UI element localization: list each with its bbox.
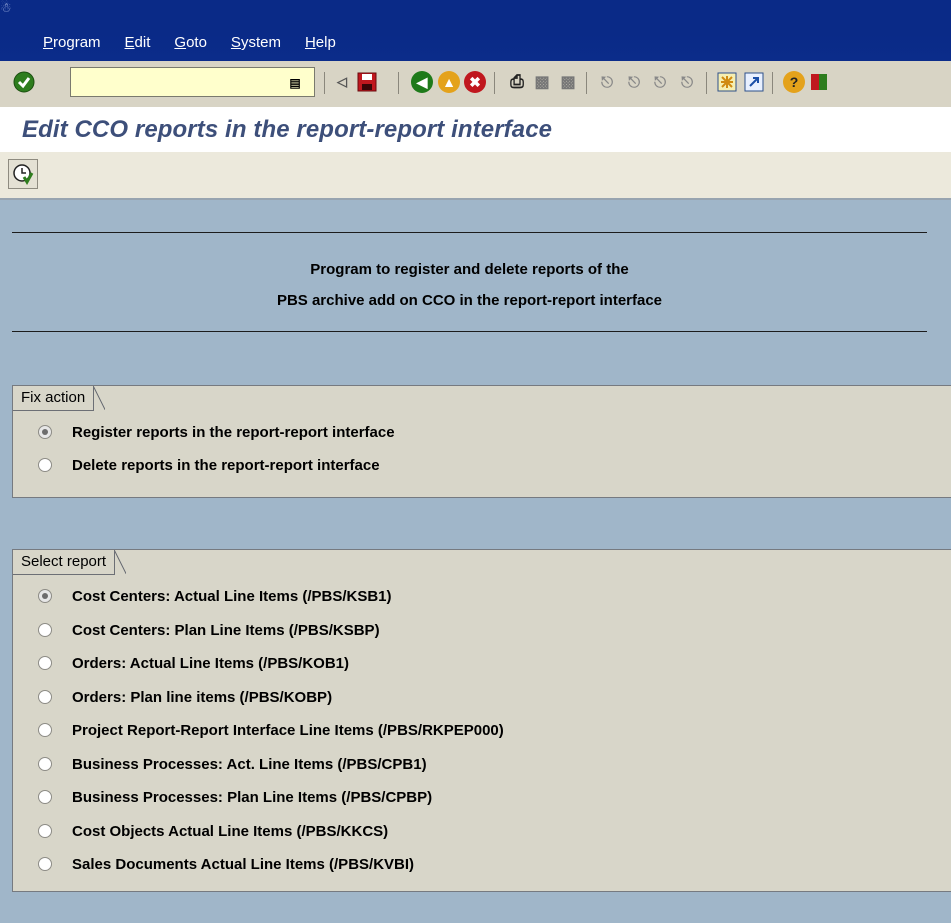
last-page-icon[interactable]: ⎋	[675, 70, 699, 94]
fix-action-group-title: Fix action	[13, 386, 106, 411]
cancel-icon[interactable]: ✖	[463, 70, 487, 94]
title-bar: Edit CCO reports in the report-report in…	[0, 107, 951, 152]
radio-report-kkcs[interactable]: Cost Objects Actual Line Items (/PBS/KKC…	[38, 819, 388, 843]
radio-report-kvbi[interactable]: Sales Documents Actual Line Items (/PBS/…	[38, 852, 414, 876]
next-page-icon[interactable]: ⎋	[648, 70, 672, 94]
radio-button[interactable]	[38, 723, 52, 737]
radio-label: Cost Objects Actual Line Items (/PBS/KKC…	[72, 822, 389, 840]
collapse-arrow-icon[interactable]: ◁	[330, 70, 354, 94]
radio-button[interactable]	[38, 623, 52, 637]
radio-label: Project Report-Report Interface Line Ite…	[72, 721, 504, 739]
exit-icon[interactable]: ▲	[437, 70, 461, 94]
select-report-group: Select report Cost Centers: Actual Line …	[12, 549, 951, 892]
menu-edit[interactable]: Edit	[125, 33, 151, 55]
layout-icon[interactable]	[807, 70, 831, 94]
radio-label: Business Processes: Plan Line Items (/PB…	[72, 788, 433, 806]
menu-program[interactable]: Program	[43, 33, 101, 55]
command-field[interactable]	[70, 67, 315, 97]
radio-button-selected[interactable]	[38, 425, 52, 439]
execute-button[interactable]	[8, 159, 38, 189]
radio-report-kobp[interactable]: Orders: Plan line items (/PBS/KOBP)	[38, 685, 332, 709]
shortcut-icon[interactable]	[742, 70, 766, 94]
find-icon[interactable]: ▩	[530, 70, 554, 94]
radio-label: Orders: Actual Line Items (/PBS/KOB1)	[72, 654, 350, 672]
first-page-icon[interactable]: ⎋	[595, 70, 619, 94]
radio-label: Delete reports in the report-report inte…	[72, 456, 380, 474]
radio-button-selected[interactable]	[38, 589, 52, 603]
menu-list: Program Edit Goto System Help	[43, 33, 360, 55]
radio-button[interactable]	[38, 857, 52, 871]
menu-bar: ☃ Program Edit Goto System Help	[0, 0, 951, 61]
radio-button[interactable]	[38, 656, 52, 670]
radio-label: Register reports in the report-report in…	[72, 423, 395, 441]
page-title: Edit CCO reports in the report-report in…	[22, 116, 553, 143]
radio-label: Sales Documents Actual Line Items (/PBS/…	[72, 855, 415, 873]
description-line-2: PBS archive add on CCO in the report-rep…	[276, 292, 663, 309]
radio-report-kob1[interactable]: Orders: Actual Line Items (/PBS/KOB1)	[38, 651, 349, 675]
fix-action-group: Fix action Register reports in the repor…	[12, 385, 951, 498]
radio-report-rkpep000[interactable]: Project Report-Report Interface Line Ite…	[38, 718, 504, 742]
menu-help[interactable]: Help	[305, 33, 336, 55]
menu-goto[interactable]: Goto	[174, 33, 207, 55]
radio-button[interactable]	[38, 757, 52, 771]
description-line-1: Program to register and delete reports o…	[310, 261, 629, 278]
radio-report-cpb1[interactable]: Business Processes: Act. Line Items (/PB…	[38, 752, 427, 776]
radio-button[interactable]	[38, 458, 52, 472]
print-icon[interactable]: ⎙	[505, 70, 529, 94]
system-menu-icon[interactable]: ☃	[0, 0, 16, 16]
radio-report-ksb1[interactable]: Cost Centers: Actual Line Items (/PBS/KS…	[38, 584, 392, 608]
execute-clock-icon	[13, 164, 34, 185]
save-icon[interactable]	[355, 70, 379, 94]
radio-button[interactable]	[38, 824, 52, 838]
radio-label: Cost Centers: Actual Line Items (/PBS/KS…	[72, 587, 392, 605]
command-dropdown-icon[interactable]: ▤	[286, 74, 304, 92]
radio-report-cpbp[interactable]: Business Processes: Plan Line Items (/PB…	[38, 785, 432, 809]
radio-register-reports[interactable]: Register reports in the report-report in…	[38, 420, 395, 444]
radio-label: Orders: Plan line items (/PBS/KOBP)	[72, 688, 333, 706]
enter-check-icon[interactable]	[12, 70, 36, 94]
radio-delete-reports[interactable]: Delete reports in the report-report inte…	[38, 453, 380, 477]
radio-label: Business Processes: Act. Line Items (/PB…	[72, 755, 427, 773]
radio-button[interactable]	[38, 690, 52, 704]
find-next-icon[interactable]: ▩	[556, 70, 580, 94]
menu-system[interactable]: System	[231, 33, 281, 55]
application-toolbar	[0, 152, 951, 200]
radio-label: Cost Centers: Plan Line Items (/PBS/KSBP…	[72, 621, 380, 639]
radio-button[interactable]	[38, 790, 52, 804]
create-session-icon[interactable]	[715, 70, 739, 94]
help-icon[interactable]: ?	[782, 70, 806, 94]
radio-report-ksbp[interactable]: Cost Centers: Plan Line Items (/PBS/KSBP…	[38, 618, 380, 642]
standard-toolbar: ▤ ◁ ◀ ▲ ✖ ⎙ ▩ ▩ ⎋ ⎋ ⎋ ⎋ ?	[0, 61, 951, 108]
back-icon[interactable]: ◀	[410, 70, 434, 94]
select-report-group-title: Select report	[13, 550, 127, 575]
program-description: Program to register and delete reports o…	[12, 232, 927, 332]
previous-page-icon[interactable]: ⎋	[622, 70, 646, 94]
